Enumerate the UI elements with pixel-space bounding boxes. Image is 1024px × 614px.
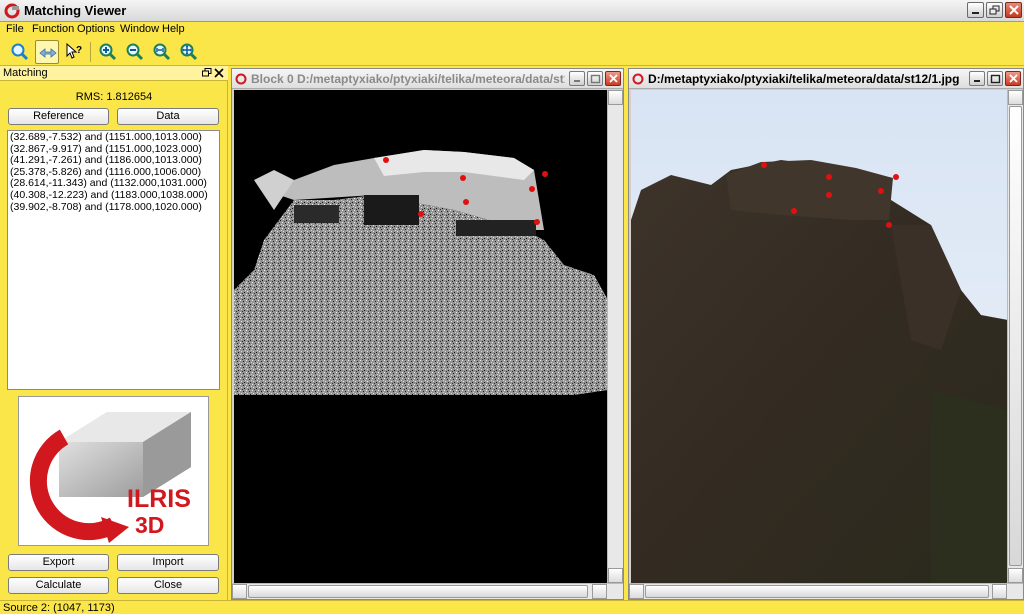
list-item[interactable]: (32.689,-7.532) and (1151.000,1013.000) bbox=[10, 131, 217, 144]
toolbar-separator bbox=[90, 42, 91, 62]
horizontal-scroll-thumb[interactable] bbox=[645, 585, 989, 598]
logo-text-3d: 3D bbox=[135, 512, 164, 538]
title-bar: Matching Viewer bbox=[0, 0, 1024, 22]
close-panel-button[interactable]: Close bbox=[117, 577, 219, 594]
close-icon bbox=[609, 74, 618, 83]
restore-icon bbox=[989, 5, 1000, 15]
child-minimize-button[interactable] bbox=[569, 71, 585, 86]
photo-window-titlebar[interactable]: D:/metaptyxiako/ptyxiaki/telika/meteora/… bbox=[629, 69, 1023, 89]
magnifier-tool-button[interactable] bbox=[8, 40, 32, 64]
minimize-button[interactable] bbox=[967, 2, 984, 18]
scroll-up-arrow[interactable] bbox=[608, 90, 623, 105]
list-item[interactable]: (40.308,-12.223) and (1183.000,1038.000) bbox=[10, 189, 217, 202]
matches-list[interactable]: (32.689,-7.532) and (1151.000,1013.000) … bbox=[7, 130, 220, 390]
whats-this-button[interactable]: ? bbox=[62, 40, 86, 64]
scroll-right-arrow[interactable] bbox=[992, 584, 1007, 599]
horizontal-scrollbar[interactable] bbox=[232, 583, 623, 599]
point-cloud-window-title: Block 0 D:/metaptyxiako/ptyxiaki/telika/… bbox=[251, 72, 565, 86]
close-button[interactable] bbox=[1005, 2, 1022, 18]
restore-button[interactable] bbox=[986, 2, 1003, 18]
panel-header: Matching bbox=[0, 66, 228, 81]
photo-window: D:/metaptyxiako/ptyxiaki/telika/meteora/… bbox=[628, 68, 1024, 600]
panel-title: Matching bbox=[3, 67, 48, 79]
child-maximize-button[interactable] bbox=[587, 71, 603, 86]
list-item[interactable]: (39.902,-8.708) and (1178.000,1020.000) bbox=[10, 201, 217, 214]
scroll-left-arrow[interactable] bbox=[232, 584, 247, 599]
zoom-fit-button[interactable] bbox=[150, 40, 174, 64]
zoom-fit-icon bbox=[153, 43, 171, 61]
horizontal-scroll-thumb[interactable] bbox=[248, 585, 588, 598]
zoom-in-icon bbox=[99, 43, 117, 61]
float-icon[interactable] bbox=[202, 68, 212, 78]
zoom-all-icon bbox=[180, 43, 198, 61]
svg-text:?: ? bbox=[76, 45, 82, 56]
point-cloud-window-titlebar[interactable]: Block 0 D:/metaptyxiako/ptyxiaki/telika/… bbox=[232, 69, 623, 89]
menu-help[interactable]: Help bbox=[162, 23, 185, 35]
rms-value: RMS: 1.812654 bbox=[75, 91, 153, 103]
menu-window[interactable]: Window bbox=[120, 23, 159, 35]
window-title: Matching Viewer bbox=[24, 3, 127, 18]
logo-graphic: ILRIS 3D bbox=[29, 412, 191, 543]
minimize-icon bbox=[974, 80, 980, 82]
panel-close-icon[interactable] bbox=[214, 68, 224, 78]
menu-file[interactable]: File bbox=[6, 23, 24, 35]
child-close-button[interactable] bbox=[1005, 71, 1021, 86]
scroll-left-arrow[interactable] bbox=[629, 584, 644, 599]
data-button[interactable]: Data bbox=[117, 108, 219, 125]
status-bar: Source 2: (1047, 1173) bbox=[0, 600, 1024, 614]
magnifier-icon bbox=[11, 43, 29, 61]
child-minimize-button[interactable] bbox=[969, 71, 985, 86]
menu-options[interactable]: Options bbox=[77, 23, 115, 35]
zoom-in-button[interactable] bbox=[96, 40, 120, 64]
toolbar: ? bbox=[0, 38, 1024, 66]
matching-panel: Matching RMS: 1.812654 Reference Data (3… bbox=[0, 66, 228, 600]
pan-arrows-icon bbox=[39, 48, 57, 58]
maximize-icon bbox=[590, 74, 601, 84]
zoom-all-button[interactable] bbox=[177, 40, 201, 64]
export-button[interactable]: Export bbox=[8, 554, 109, 571]
calculate-button[interactable]: Calculate bbox=[8, 577, 109, 594]
scroll-down-arrow[interactable] bbox=[1008, 568, 1023, 583]
window-icon bbox=[632, 73, 644, 85]
window-icon bbox=[235, 73, 247, 85]
maximize-icon bbox=[990, 74, 1001, 84]
horizontal-scrollbar[interactable] bbox=[629, 583, 1023, 599]
child-close-button[interactable] bbox=[605, 71, 621, 86]
menu-bar: File Function Options Window Help bbox=[0, 22, 1024, 38]
point-cloud-canvas[interactable] bbox=[234, 90, 608, 583]
child-maximize-button[interactable] bbox=[987, 71, 1003, 86]
minimize-icon bbox=[972, 12, 979, 14]
whats-this-icon: ? bbox=[66, 43, 82, 59]
pan-tool-button[interactable] bbox=[35, 40, 59, 64]
zoom-out-icon bbox=[126, 43, 144, 61]
close-icon bbox=[1009, 74, 1018, 83]
status-text: Source 2: (1047, 1173) bbox=[3, 602, 115, 614]
point-cloud-window: Block 0 D:/metaptyxiako/ptyxiaki/telika/… bbox=[231, 68, 624, 600]
logo-text-ilris: ILRIS bbox=[127, 485, 191, 513]
photo-canvas[interactable] bbox=[631, 90, 1008, 583]
vertical-scrollbar[interactable] bbox=[1007, 90, 1023, 583]
ilris-3d-logo: ILRIS 3D bbox=[18, 396, 209, 546]
vertical-scroll-thumb[interactable] bbox=[1009, 106, 1022, 566]
app-icon bbox=[4, 3, 20, 19]
vertical-scrollbar[interactable] bbox=[607, 90, 623, 583]
photo-window-title: D:/metaptyxiako/ptyxiaki/telika/meteora/… bbox=[648, 72, 960, 86]
reference-button[interactable]: Reference bbox=[8, 108, 109, 125]
scroll-right-arrow[interactable] bbox=[592, 584, 607, 599]
close-icon bbox=[1009, 5, 1019, 15]
menu-function[interactable]: Function bbox=[32, 23, 74, 35]
scroll-down-arrow[interactable] bbox=[608, 568, 623, 583]
scroll-up-arrow[interactable] bbox=[1008, 90, 1023, 105]
zoom-out-button[interactable] bbox=[123, 40, 147, 64]
import-button[interactable]: Import bbox=[117, 554, 219, 571]
minimize-icon bbox=[574, 80, 580, 82]
